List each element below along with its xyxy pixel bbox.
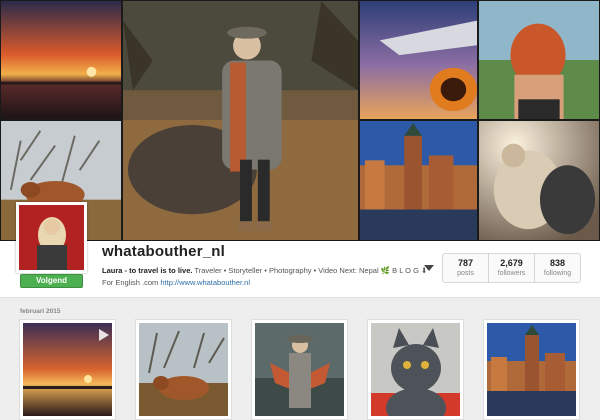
cover-photo-canal-buildings[interactable] <box>359 120 478 241</box>
stat-posts[interactable]: 787 posts <box>443 254 489 282</box>
feed-item-highland-cow[interactable] <box>135 319 232 420</box>
bio-name: Laura - to travel is to live. <box>102 266 193 275</box>
bio-link[interactable]: http://www.whatabouther.nl <box>160 278 250 287</box>
stat-label: following <box>543 270 572 277</box>
cover-photo-airplane-wing[interactable] <box>359 0 478 120</box>
cover-mosaic <box>0 0 600 241</box>
cover-photo-teddy-bear[interactable] <box>478 120 600 241</box>
stat-followers[interactable]: 2,679 followers <box>489 254 535 282</box>
stat-label: followers <box>497 270 526 277</box>
profile-stats: 787 posts 2,679 followers 838 following <box>442 253 581 283</box>
feed-item-sunset-video[interactable] <box>19 319 116 420</box>
chevron-down-icon[interactable] <box>424 265 434 271</box>
stat-value: 787 <box>457 258 474 268</box>
following-button[interactable]: Volgend <box>20 274 83 288</box>
stat-label: posts <box>457 270 474 277</box>
feed-item-canal-buildings[interactable] <box>483 319 580 420</box>
profile-bio: Laura - to travel is to live. Traveler •… <box>102 265 432 289</box>
cover-photo-woman-on-rock[interactable] <box>122 0 359 241</box>
stat-value: 838 <box>549 258 566 268</box>
avatar[interactable] <box>16 202 87 273</box>
month-label: februari 2015 <box>20 308 61 315</box>
username: whatabouther_nl <box>102 243 226 260</box>
cover-photo-red-hair[interactable] <box>478 0 600 120</box>
stat-value: 2,679 <box>500 258 523 268</box>
stat-following[interactable]: 838 following <box>535 254 580 282</box>
feed-item-grey-cat[interactable] <box>367 319 464 420</box>
cover-photo-sunset[interactable] <box>0 0 122 120</box>
feed-item-woman-in-hat[interactable] <box>251 319 348 420</box>
